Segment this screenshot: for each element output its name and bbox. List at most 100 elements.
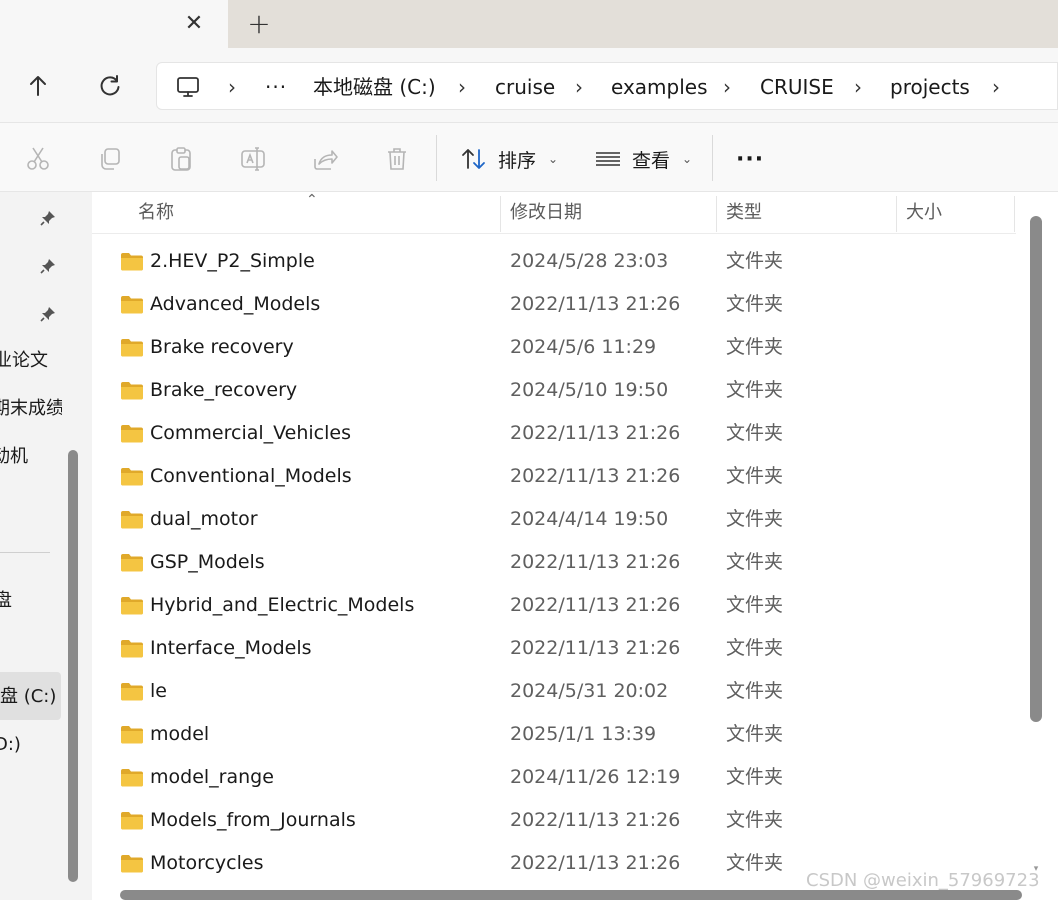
copy-icon[interactable] [96, 145, 124, 173]
vertical-scrollbar-thumb[interactable] [1030, 216, 1042, 722]
file-row[interactable]: GSP_Models 2022/11/13 21:26 文件夹 [92, 541, 1016, 584]
file-name[interactable]: dual_motor [150, 506, 258, 532]
file-name[interactable]: Commercial_Vehicles [150, 420, 351, 446]
active-tab[interactable]: ✕ [0, 0, 228, 48]
navigation-bar: › ··· 本地磁盘 (C:) › cruise › examples › CR… [0, 48, 1058, 122]
file-row[interactable]: Models_from_Journals 2022/11/13 21:26 文件夹 [92, 799, 1016, 842]
file-type: 文件夹 [726, 250, 784, 272]
column-divider[interactable] [896, 196, 897, 232]
rename-icon[interactable] [239, 145, 267, 173]
file-name[interactable]: Conventional_Models [150, 463, 352, 489]
breadcrumb-separator-icon[interactable]: › [455, 74, 469, 100]
sort-ascending-icon: ⌃ [306, 192, 318, 208]
file-row[interactable]: Brake_recovery 2024/5/10 19:50 文件夹 [92, 369, 1016, 412]
share-icon[interactable] [311, 145, 339, 173]
horizontal-scrollbar-thumb[interactable] [120, 890, 1022, 900]
navigation-pane: 业论文 期末成绩 动机 盘 盘 (C:) D:) [0, 192, 84, 900]
folder-icon [120, 252, 144, 271]
file-type: 文件夹 [726, 809, 784, 831]
file-row[interactable]: Advanced_Models 2022/11/13 21:26 文件夹 [92, 283, 1016, 326]
breadcrumb-cruise[interactable]: cruise [495, 74, 555, 100]
breadcrumb-more-button[interactable]: ··· [265, 74, 287, 100]
file-type: 文件夹 [726, 422, 784, 444]
file-name[interactable]: Advanced_Models [150, 291, 320, 317]
pin-icon[interactable] [40, 258, 56, 274]
pin-icon[interactable] [40, 210, 56, 226]
file-name[interactable]: Interface_Models [150, 635, 312, 661]
more-options-button[interactable]: ··· [736, 143, 764, 175]
folder-icon [120, 768, 144, 787]
folder-icon [120, 510, 144, 529]
file-row[interactable]: Commercial_Vehicles 2022/11/13 21:26 文件夹 [92, 412, 1016, 455]
file-name[interactable]: Brake_recovery [150, 377, 297, 403]
column-name[interactable]: 名称 [138, 200, 174, 226]
file-name[interactable]: Motorcycles [150, 850, 264, 876]
file-row[interactable]: Interface_Models 2022/11/13 21:26 文件夹 [92, 627, 1016, 670]
file-name[interactable]: GSP_Models [150, 549, 265, 575]
pin-icon[interactable] [40, 306, 56, 322]
file-name[interactable]: 2.HEV_P2_Simple [150, 248, 315, 274]
file-name[interactable]: Models_from_Journals [150, 807, 356, 833]
file-row[interactable]: 2.HEV_P2_Simple 2024/5/28 23:03 文件夹 [92, 240, 1016, 283]
sort-label: 排序 [498, 149, 537, 172]
column-type[interactable]: 类型 [726, 200, 762, 226]
refresh-icon[interactable] [96, 72, 124, 100]
file-date-modified: 2022/11/13 21:26 [510, 852, 681, 874]
breadcrumb-projects[interactable]: projects [890, 74, 970, 100]
delete-icon[interactable] [383, 145, 411, 173]
breadcrumb-separator-icon[interactable]: › [989, 74, 1003, 100]
address-bar[interactable]: › ··· 本地磁盘 (C:) › cruise › examples › CR… [156, 62, 1058, 110]
file-list-pane: ⌃ 名称 修改日期 类型 大小 2.HEV_P2_Simple 2024/5/28… [92, 192, 1058, 900]
folder-icon [120, 424, 144, 443]
computer-icon[interactable] [175, 74, 201, 100]
folder-icon [120, 338, 144, 357]
breadcrumb-separator-icon[interactable]: › [225, 74, 239, 100]
file-type: 文件夹 [726, 336, 784, 358]
file-row[interactable]: dual_motor 2024/4/14 19:50 文件夹 [92, 498, 1016, 541]
cut-icon[interactable] [24, 145, 52, 173]
close-tab-icon[interactable]: ✕ [183, 12, 205, 36]
tab-strip: ✕ + [0, 0, 1058, 48]
folder-icon [120, 639, 144, 658]
file-row[interactable]: le 2024/5/31 20:02 文件夹 [92, 670, 1016, 713]
file-date-modified: 2024/4/14 19:50 [510, 508, 669, 530]
file-row[interactable]: Hybrid_and_Electric_Models 2022/11/13 21:… [92, 584, 1016, 627]
file-name[interactable]: model [150, 721, 209, 747]
file-row[interactable]: model 2025/1/1 13:39 文件夹 [92, 713, 1016, 756]
up-arrow-icon[interactable] [24, 72, 52, 100]
column-date-modified[interactable]: 修改日期 [510, 200, 582, 226]
breadcrumb-cruise-upper[interactable]: CRUISE [760, 74, 834, 100]
sidebar-item-drive-d[interactable]: D:) [0, 728, 62, 762]
file-name[interactable]: model_range [150, 764, 274, 790]
sidebar-item-engine[interactable]: 动机 [0, 440, 62, 474]
file-row[interactable]: model_range 2024/11/26 12:19 文件夹 [92, 756, 1016, 799]
sidebar-item-local-disk-c[interactable]: 盘 (C:) [0, 680, 62, 714]
column-divider[interactable] [1014, 196, 1015, 232]
breadcrumb-separator-icon[interactable]: › [720, 74, 734, 100]
breadcrumb-examples[interactable]: examples [611, 74, 708, 100]
file-type: 文件夹 [726, 852, 784, 874]
watermark: CSDN @weixin_57969723 [806, 870, 1040, 891]
column-size[interactable]: 大小 [906, 200, 942, 226]
file-row[interactable]: Brake recovery 2024/5/6 11:29 文件夹 [92, 326, 1016, 369]
file-type: 文件夹 [726, 637, 784, 659]
sidebar-item-final-grades[interactable]: 期末成绩 [0, 392, 62, 426]
breadcrumb-separator-icon[interactable]: › [572, 74, 586, 100]
sidebar-scrollbar[interactable] [68, 450, 78, 882]
sidebar-item-thesis[interactable]: 业论文 [0, 344, 62, 378]
breadcrumb-local-disk[interactable]: 本地磁盘 (C:) [313, 74, 436, 100]
file-date-modified: 2024/5/6 11:29 [510, 336, 657, 358]
sort-button[interactable]: 排序 ⌄ [460, 143, 558, 175]
file-name[interactable]: Hybrid_and_Electric_Models [150, 592, 414, 618]
file-name[interactable]: Brake recovery [150, 334, 294, 360]
breadcrumb-separator-icon[interactable]: › [851, 74, 865, 100]
folder-icon [120, 854, 144, 873]
column-divider[interactable] [716, 196, 717, 232]
view-button[interactable]: 查看 ⌄ [594, 143, 692, 175]
new-tab-button[interactable]: + [245, 10, 273, 38]
file-row[interactable]: Conventional_Models 2022/11/13 21:26 文件夹 [92, 455, 1016, 498]
paste-icon[interactable] [167, 145, 195, 173]
file-name[interactable]: le [150, 678, 167, 704]
column-divider[interactable] [500, 196, 501, 232]
sidebar-item-disk[interactable]: 盘 [0, 584, 62, 618]
